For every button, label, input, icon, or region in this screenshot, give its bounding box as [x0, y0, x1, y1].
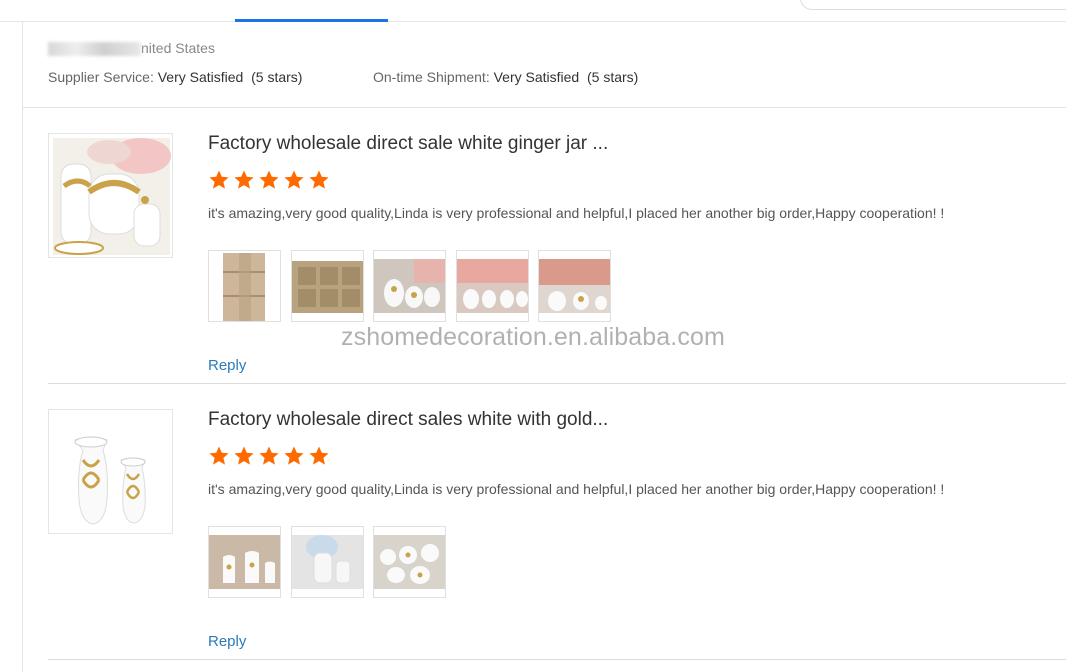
- review-photo[interactable]: [456, 250, 529, 322]
- review-photo[interactable]: [291, 526, 364, 598]
- star-icon: [284, 170, 304, 189]
- boxes-photo: [209, 251, 280, 321]
- buyer-country: nited States: [48, 40, 215, 57]
- supplier-service-value: Very Satisfied: [157, 69, 244, 85]
- watermark-text: zshomedecoration.en.alibaba.com: [341, 323, 725, 351]
- product-title[interactable]: Factory wholesale direct sale white ging…: [208, 133, 608, 155]
- review-item: Factory wholesale direct sales white wit…: [48, 409, 1066, 660]
- vases-photo: [209, 527, 280, 597]
- reply-link[interactable]: Reply: [208, 357, 246, 374]
- vases-group-photo: [374, 527, 445, 597]
- review-photo[interactable]: [373, 526, 446, 598]
- white-gold-vase-image: [49, 410, 172, 533]
- star-icon: [234, 170, 254, 189]
- star-icon: [309, 170, 329, 189]
- jars-photo: [539, 251, 610, 321]
- review-comment: it's amazing,very good quality,Linda is …: [208, 205, 945, 221]
- vase-flowers-photo: [292, 527, 363, 597]
- ontime-shipment-group: On-time Shipment: Very Satisfied (5 star…: [373, 69, 638, 85]
- review-comment: it's amazing,very good quality,Linda is …: [208, 481, 945, 497]
- redacted-buyer-name: [48, 42, 141, 57]
- review-photo[interactable]: [538, 250, 611, 322]
- ontime-shipment-label: On-time Shipment:: [373, 69, 490, 85]
- ontime-shipment-stars: (5 stars): [587, 69, 639, 85]
- product-thumbnail[interactable]: [48, 409, 173, 534]
- ontime-shipment-value: Very Satisfied: [493, 69, 580, 85]
- review-photo[interactable]: [208, 250, 281, 322]
- supplier-service-label: Supplier Service:: [48, 69, 154, 85]
- supplier-rating-header: nited States Supplier Service: Very Sati…: [23, 22, 1066, 108]
- star-rating: [208, 169, 333, 196]
- star-icon: [209, 446, 229, 465]
- review-photo[interactable]: [208, 526, 281, 598]
- supplier-ratings: Supplier Service: Very Satisfied (5 star…: [48, 69, 638, 85]
- top-tab-bar: [0, 0, 1066, 22]
- star-icon: [234, 446, 254, 465]
- star-icon: [259, 170, 279, 189]
- star-icon: [309, 446, 329, 465]
- star-icon: [209, 170, 229, 189]
- country-text: nited States: [141, 40, 215, 56]
- jars-photo: [374, 251, 445, 321]
- product-title[interactable]: Factory wholesale direct sales white wit…: [208, 409, 608, 431]
- star-rating: [208, 445, 333, 472]
- star-icon: [259, 446, 279, 465]
- supplier-service-stars: (5 stars): [251, 69, 303, 85]
- product-thumbnail[interactable]: [48, 133, 173, 258]
- boxes-photo: [292, 251, 363, 321]
- review-photo[interactable]: [373, 250, 446, 322]
- search-box[interactable]: [800, 0, 1066, 10]
- jars-photo: [457, 251, 528, 321]
- star-icon: [284, 446, 304, 465]
- review-photo[interactable]: [291, 250, 364, 322]
- ginger-jar-image: [53, 138, 171, 255]
- reply-link[interactable]: Reply: [208, 633, 246, 650]
